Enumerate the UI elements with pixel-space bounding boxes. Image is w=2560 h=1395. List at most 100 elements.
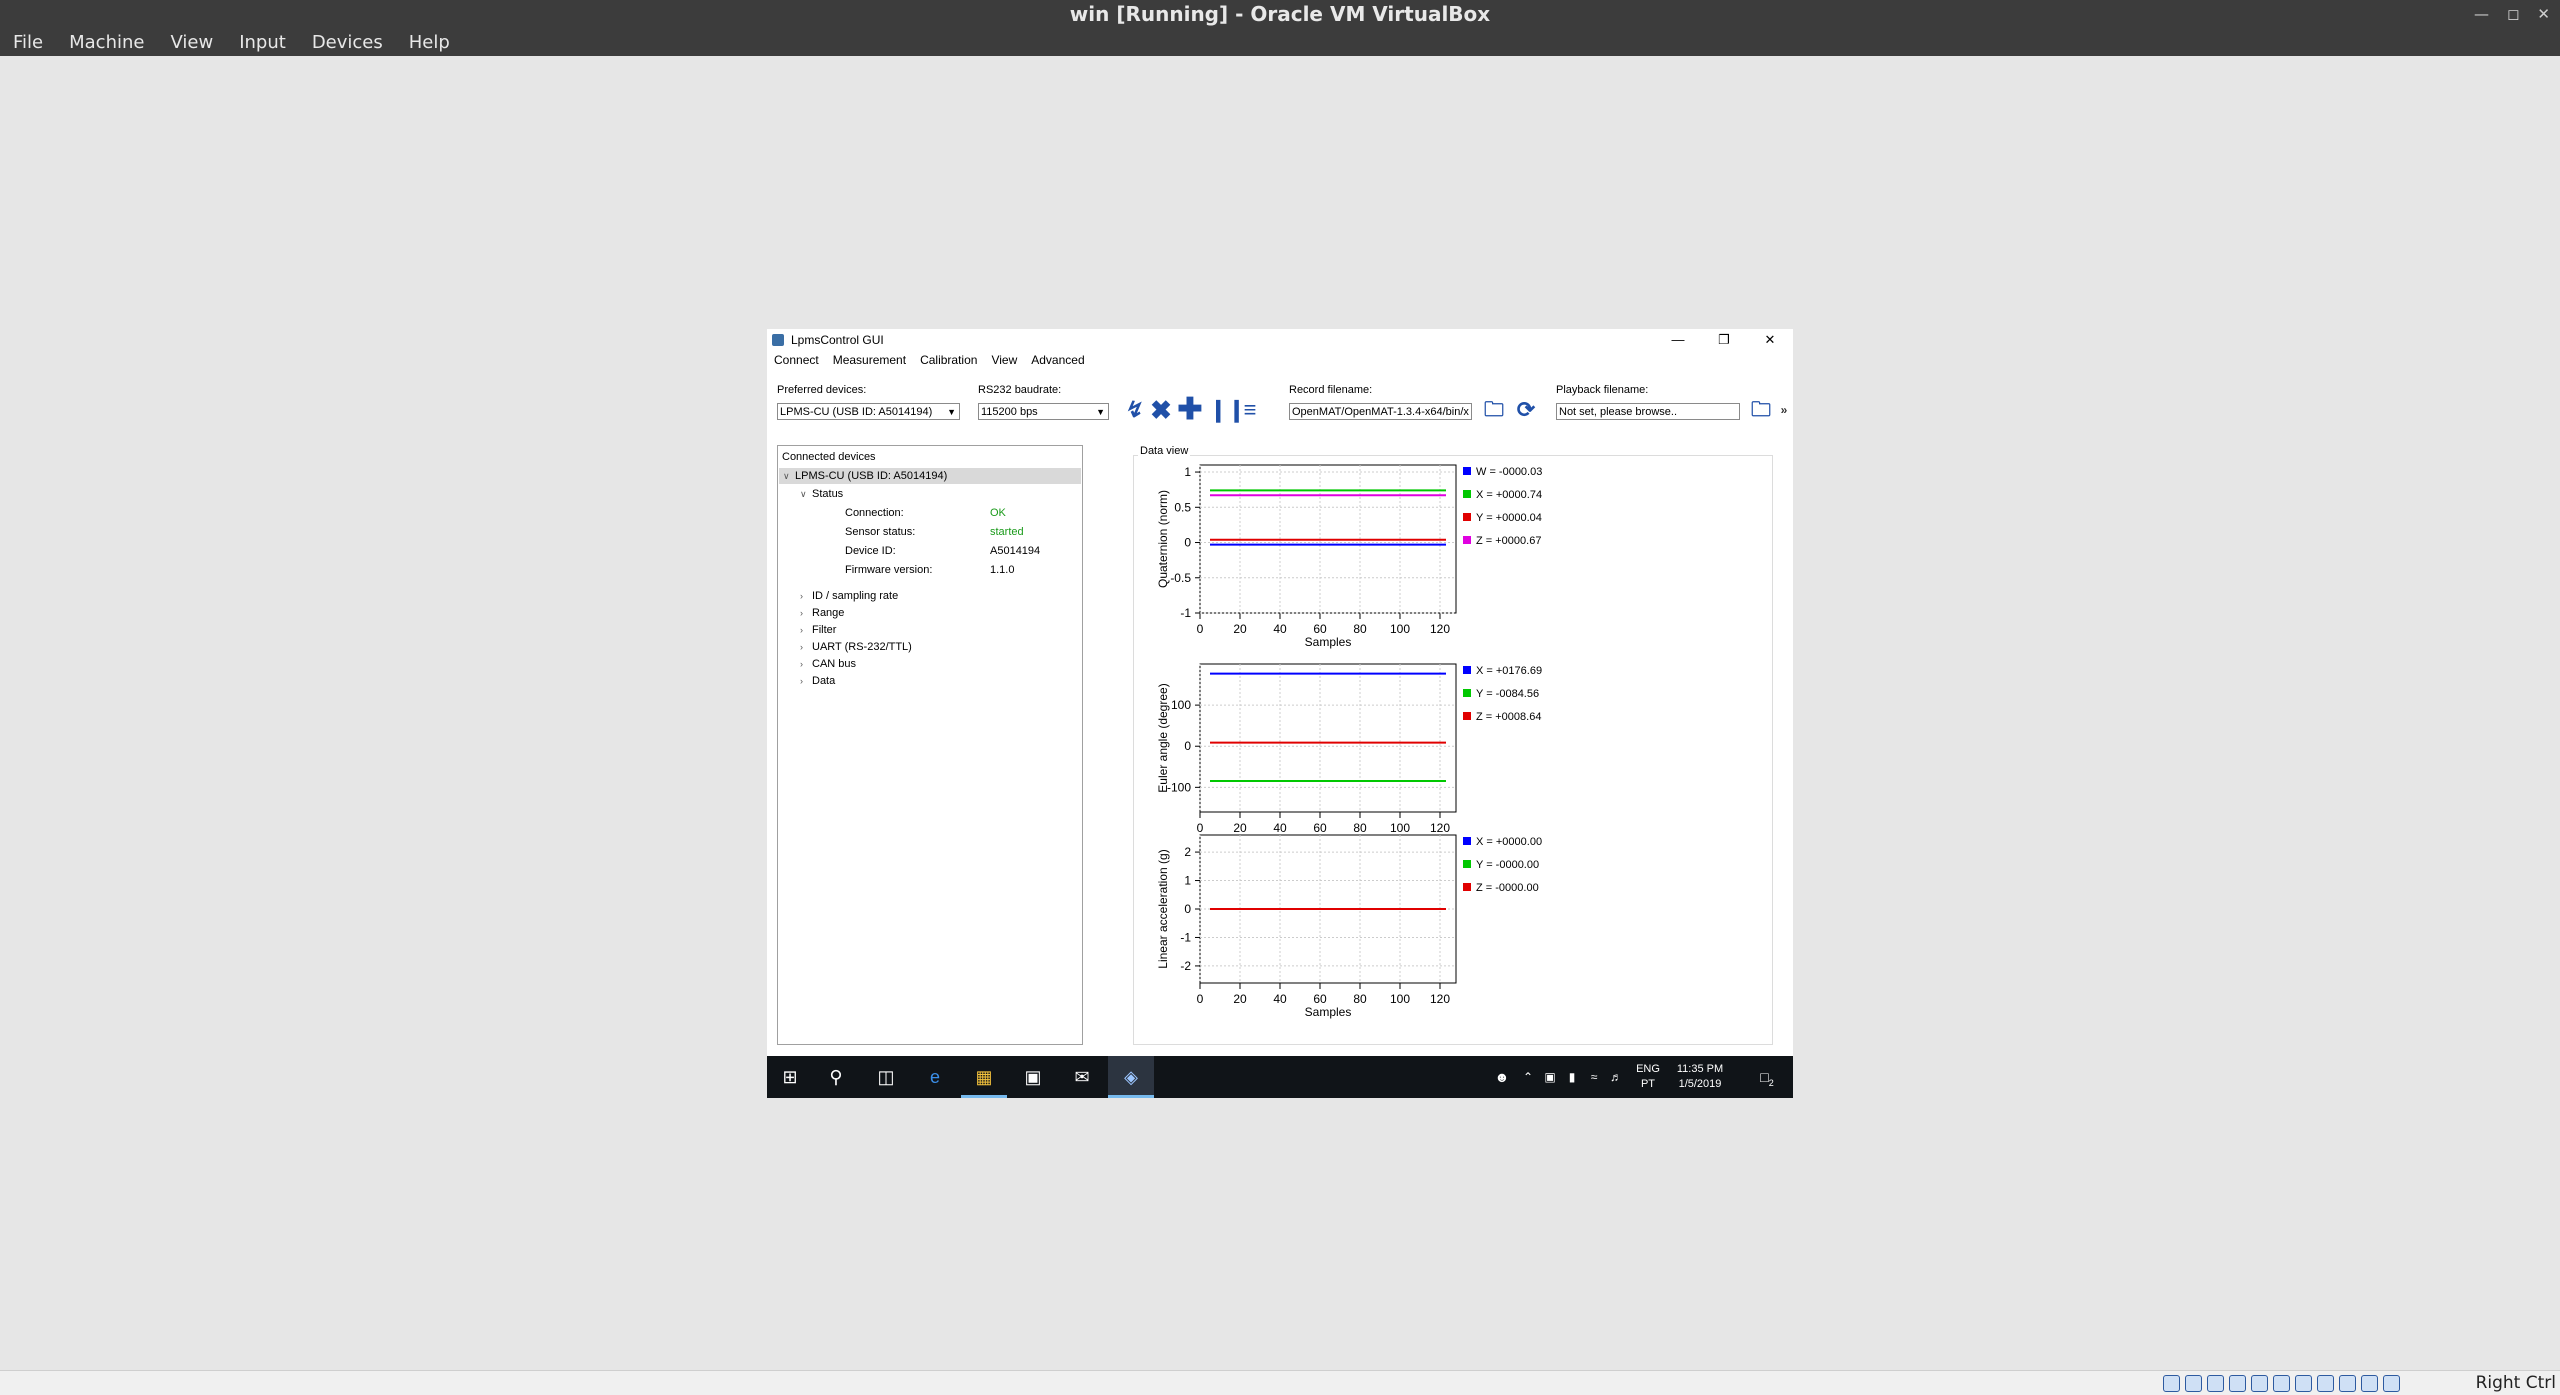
chevron-right-icon[interactable]: › [800,608,812,618]
preferred-devices-select[interactable]: LPMS-CU (USB ID: A5014194) ▼ [777,403,960,420]
chevron-down-icon: ▼ [947,407,956,417]
tree-item-filter[interactable]: › Filter [800,624,836,636]
menu-view[interactable]: View [157,29,226,56]
app-menu-measurement[interactable]: Measurement [826,351,913,370]
playback-filename-input[interactable]: Not set, please browse.. [1556,403,1740,420]
tree-item-range[interactable]: › Range [800,607,844,619]
x-tick-label: 40 [1273,622,1287,636]
mouse-integration-icon[interactable] [2339,1375,2356,1392]
x-tick-label: 120 [1430,992,1450,1006]
legend-swatch [1463,666,1471,674]
shared-folders-icon[interactable] [2273,1375,2290,1392]
x-tick-label: 20 [1233,622,1247,636]
y-tick-label: 0 [1184,902,1191,916]
legend-swatch [1463,689,1471,697]
app-minimize-icon[interactable]: — [1655,329,1701,351]
menu-input[interactable]: Input [226,29,299,56]
battery-icon[interactable]: ▮ [1561,1056,1583,1098]
search-icon[interactable]: ⚲ [813,1056,859,1098]
x-tick-label: 60 [1313,622,1327,636]
edge-browser-icon[interactable]: e [912,1056,958,1098]
optical-drive-icon[interactable] [2185,1375,2202,1392]
field-firmware-label: Firmware version: [845,564,933,576]
chevron-up-icon[interactable]: ⌃ [1517,1056,1539,1098]
network-icon[interactable] [2229,1375,2246,1392]
menu-machine[interactable]: Machine [56,29,157,56]
hard-disk-icon[interactable] [2163,1375,2180,1392]
record-browse-folder-icon[interactable]: 🗀 [1481,397,1507,423]
toolbar-overflow-icon[interactable]: » [1771,397,1797,423]
layers-icon[interactable]: ≡ [1237,397,1263,423]
cpu-icon[interactable] [2361,1375,2378,1392]
device-tree-item[interactable]: ∨ LPMS-CU (USB ID: A5014194) [779,468,1081,484]
mail-icon[interactable]: ✉ [1059,1056,1105,1098]
usb-icon[interactable] [2251,1375,2268,1392]
close-icon[interactable]: ✕ [2537,0,2550,29]
app-restore-icon[interactable]: ❐ [1701,329,1747,351]
tree-item-data[interactable]: › Data [800,675,835,687]
chevron-down-icon[interactable]: ∨ [800,486,812,502]
pause-icon[interactable]: ❙❙ [1209,397,1246,423]
y-tick-label: -0.5 [1170,571,1191,585]
app-close-icon[interactable]: ✕ [1747,329,1793,351]
device-name: LPMS-CU (USB ID: A5014194) [795,470,948,482]
chevron-down-icon: ▼ [1096,407,1105,417]
chevron-right-icon[interactable]: › [800,642,812,652]
store-icon[interactable]: ▣ [1010,1056,1056,1098]
menu-help[interactable]: Help [396,29,463,56]
maximize-icon[interactable]: ◻ [2507,0,2519,29]
add-device-plus-icon[interactable]: ✚ [1177,395,1203,425]
connect-lightning-icon[interactable]: ↯ [1120,397,1146,423]
app-menu-calibration[interactable]: Calibration [913,351,984,370]
record-filename-input[interactable]: OpenMAT/OpenMAT-1.3.4-x64/bin/x [1289,403,1472,420]
chevron-right-icon[interactable]: › [800,591,812,601]
tree-item-label: Filter [812,624,837,636]
baudrate-value: 115200 bps [981,406,1038,418]
chevron-down-icon[interactable]: ∨ [783,468,795,484]
audio-icon[interactable] [2207,1375,2224,1392]
keyboard-capture-icon[interactable] [2383,1375,2400,1392]
x-tick-label: 100 [1390,821,1410,835]
host-menu-bar: File Machine View Input Devices Help [0,29,2560,56]
file-explorer-icon[interactable]: ▦ [961,1056,1007,1098]
app-title: LpmsControl GUI [791,333,884,347]
legend-label: Y = +0000.04 [1476,512,1542,524]
clock[interactable]: 11:35 PM 1/5/2019 [1670,1062,1730,1092]
chevron-right-icon[interactable]: › [800,676,812,686]
tree-item-uart[interactable]: › UART (RS-232/TTL) [800,641,912,653]
host-status-bar: Right Ctrl [0,1370,2560,1395]
notifications-icon[interactable]: □2 [1747,1056,1787,1098]
wifi-icon[interactable]: ≈ [1583,1056,1605,1098]
lpms-control-taskbar-icon[interactable]: ◈ [1108,1056,1154,1098]
disconnect-x-icon[interactable]: ✖ [1148,397,1174,423]
status-label: Status [812,488,844,500]
language-indicator[interactable]: ENG PT [1635,1062,1661,1092]
network-icon[interactable]: ▣ [1539,1056,1561,1098]
baudrate-select[interactable]: 115200 bps ▼ [978,403,1109,420]
refresh-icon[interactable]: ⟳ [1513,397,1539,423]
minimize-icon[interactable]: — [2474,0,2489,29]
chevron-right-icon[interactable]: › [800,659,812,669]
x-tick-label: 100 [1390,992,1410,1006]
start-windows-icon[interactable]: ⊞ [767,1056,813,1098]
volume-icon[interactable]: ♬ [1605,1056,1627,1098]
y-tick-label: 1 [1184,874,1191,888]
app-menu-view[interactable]: View [984,351,1024,370]
x-tick-label: 0 [1197,821,1204,835]
status-tree-item[interactable]: ∨ Status [800,486,843,502]
menu-file[interactable]: File [0,29,56,56]
x-axis-label: Samples [1305,1005,1352,1019]
guest-screen: LpmsControl GUI — ❐ ✕ Connect Measuremen… [767,329,1793,1098]
display-icon[interactable] [2295,1375,2312,1392]
tree-item-can-bus[interactable]: › CAN bus [800,658,856,670]
people-icon[interactable]: ☻ [1489,1056,1515,1098]
app-menu-advanced[interactable]: Advanced [1024,351,1091,370]
chevron-right-icon[interactable]: › [800,625,812,635]
video-capture-icon[interactable] [2317,1375,2334,1392]
task-view-icon[interactable]: ◫ [863,1056,909,1098]
legend-label: Z = +0008.64 [1476,711,1541,723]
app-menu-connect[interactable]: Connect [767,351,826,370]
menu-devices[interactable]: Devices [299,29,396,56]
tree-item-id-sampling-rate[interactable]: › ID / sampling rate [800,590,898,602]
clock-time: 11:35 PM [1676,1063,1724,1075]
